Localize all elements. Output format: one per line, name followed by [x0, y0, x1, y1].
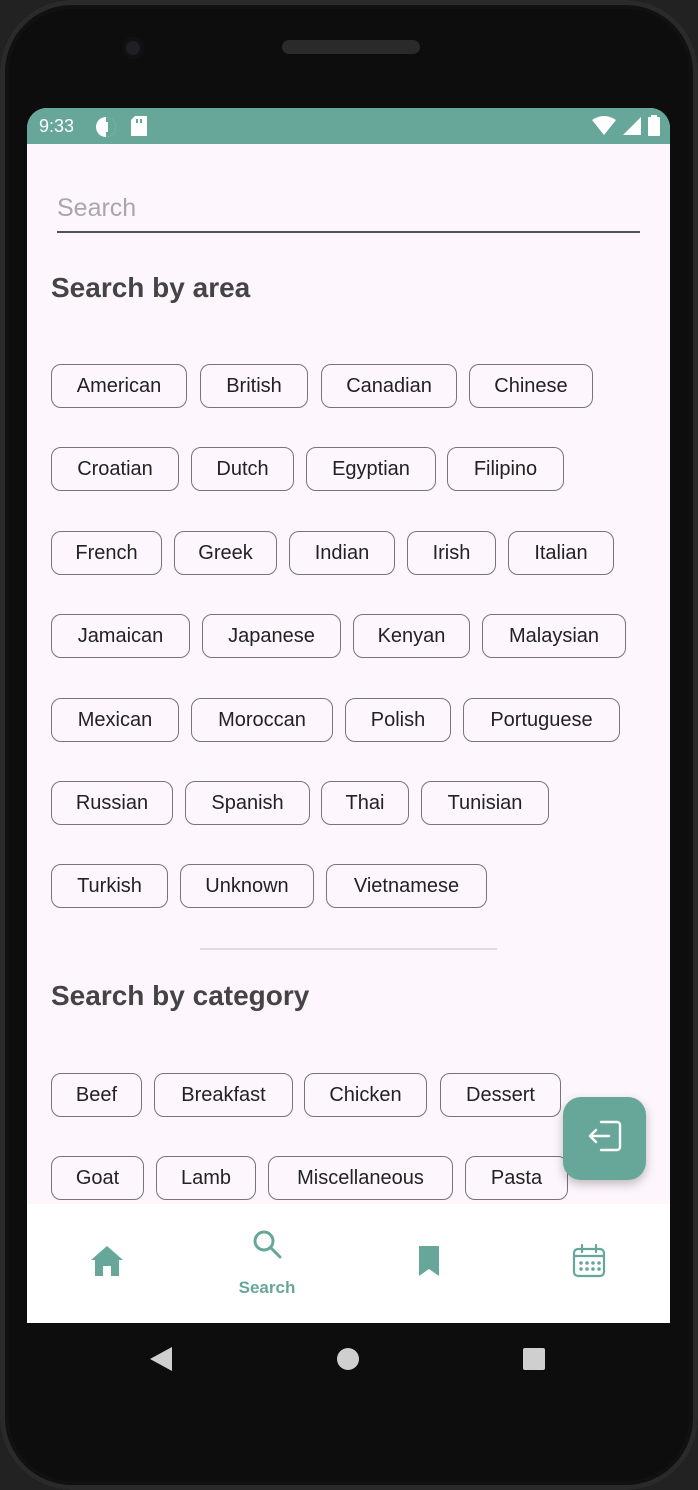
search-icon: [252, 1229, 282, 1264]
app-screen: 9:33 Search by area: [27, 108, 670, 1323]
area-chip[interactable]: Filipino: [447, 447, 564, 491]
bottom-navigation: Search: [27, 1204, 670, 1323]
wifi-icon: [592, 115, 616, 141]
cell-signal-icon: [622, 116, 642, 141]
area-chip[interactable]: Mexican: [51, 698, 179, 742]
recents-icon[interactable]: [523, 1348, 545, 1375]
area-chip[interactable]: Polish: [345, 698, 451, 742]
category-chip[interactable]: Miscellaneous: [268, 1156, 453, 1200]
area-chip[interactable]: Greek: [174, 531, 277, 575]
category-chip[interactable]: Pasta: [465, 1156, 568, 1200]
status-icons: [592, 115, 660, 141]
camera: [122, 37, 144, 59]
calendar-icon: [572, 1243, 606, 1283]
area-chip[interactable]: Thai: [321, 781, 409, 825]
area-chip[interactable]: Russian: [51, 781, 173, 825]
area-chip[interactable]: Spanish: [185, 781, 310, 825]
category-chip[interactable]: Lamb: [156, 1156, 256, 1200]
sd-card-icon: [131, 116, 147, 141]
nav-home[interactable]: [27, 1204, 187, 1323]
area-chip[interactable]: Japanese: [202, 614, 341, 658]
area-chip[interactable]: Indian: [289, 531, 395, 575]
search-field: [57, 188, 640, 233]
sync-status-icon: [95, 116, 117, 143]
area-chip[interactable]: Croatian: [51, 447, 179, 491]
area-section-title: Search by area: [51, 272, 251, 303]
nav-bookmarks[interactable]: [349, 1204, 509, 1323]
category-section-title: Search by category: [51, 980, 310, 1011]
area-chip[interactable]: Kenyan: [353, 614, 470, 658]
area-chip[interactable]: Canadian: [321, 364, 457, 408]
section-divider: [200, 948, 497, 950]
area-chip[interactable]: Chinese: [469, 364, 593, 408]
area-chip[interactable]: French: [51, 531, 162, 575]
status-bar: 9:33: [27, 108, 670, 144]
area-chip[interactable]: American: [51, 364, 187, 408]
category-chip[interactable]: Chicken: [304, 1073, 427, 1117]
category-chip[interactable]: Dessert: [440, 1073, 561, 1117]
category-chip[interactable]: Beef: [51, 1073, 142, 1117]
area-chip[interactable]: Turkish: [51, 864, 168, 908]
area-chip[interactable]: Vietnamese: [326, 864, 487, 908]
home-button-icon[interactable]: [337, 1348, 359, 1375]
area-chip[interactable]: British: [200, 364, 308, 408]
phone-frame: 9:33 Search by area: [0, 0, 698, 1490]
area-chip[interactable]: Italian: [508, 531, 614, 575]
system-navigation-bar: [27, 1323, 670, 1393]
nav-planner[interactable]: [509, 1204, 669, 1323]
home-icon: [90, 1245, 124, 1282]
area-chip[interactable]: Moroccan: [191, 698, 333, 742]
category-chip[interactable]: Goat: [51, 1156, 144, 1200]
speaker: [282, 40, 420, 54]
area-chip[interactable]: Malaysian: [482, 614, 626, 658]
area-chip[interactable]: Portuguese: [463, 698, 620, 742]
area-chip[interactable]: Tunisian: [421, 781, 549, 825]
area-chip[interactable]: Unknown: [180, 864, 314, 908]
search-input[interactable]: [57, 188, 640, 228]
category-chip[interactable]: Breakfast: [154, 1073, 293, 1117]
nav-search[interactable]: Search: [187, 1204, 347, 1323]
logout-fab[interactable]: [563, 1097, 646, 1180]
nav-search-label: Search: [238, 1278, 296, 1297]
area-chip[interactable]: Dutch: [191, 447, 294, 491]
bookmark-icon: [417, 1246, 441, 1281]
back-icon[interactable]: [150, 1347, 172, 1376]
area-chip[interactable]: Jamaican: [51, 614, 190, 658]
area-chip[interactable]: Irish: [407, 531, 496, 575]
area-chip[interactable]: Egyptian: [306, 447, 436, 491]
battery-icon: [648, 115, 660, 141]
status-time: 9:33: [39, 116, 75, 136]
logout-icon: [587, 1119, 623, 1158]
